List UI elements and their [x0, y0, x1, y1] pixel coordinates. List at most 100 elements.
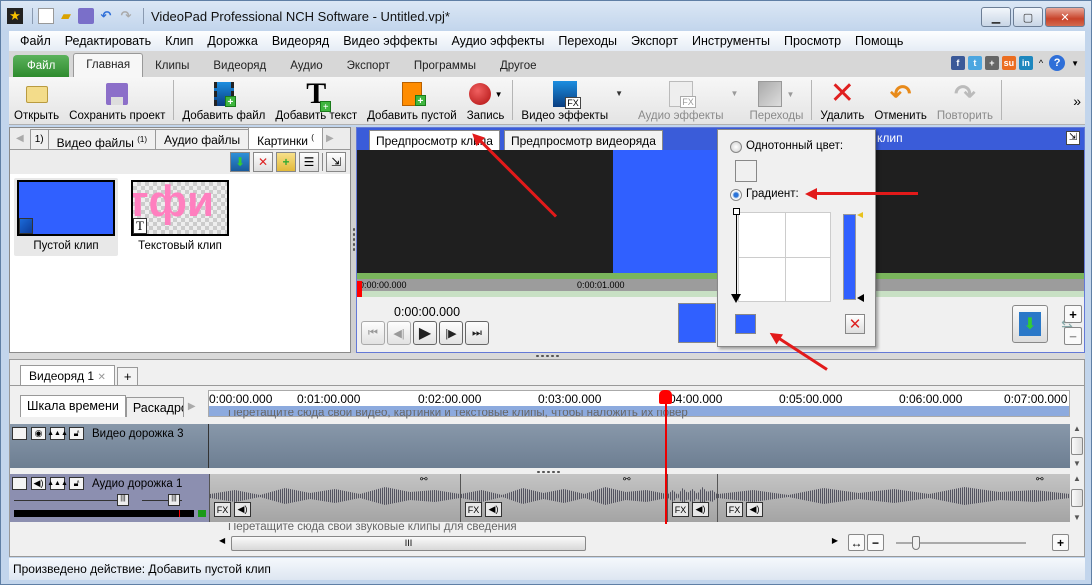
link-icon[interactable]: ⚯ [623, 474, 631, 485]
maximize-button[interactable]: ▢ [1013, 7, 1043, 27]
lock-icon[interactable]: 🔓︎ [69, 477, 84, 490]
menu-edit[interactable]: Редактировать [58, 31, 158, 51]
ribbon-tab-other[interactable]: Другое [488, 55, 549, 77]
tab-scroll-right-icon[interactable]: ▶ [322, 133, 338, 144]
minimize-button[interactable]: ▁ [981, 7, 1011, 27]
audio-track-1[interactable]: ◀) ▲▲▲ 🔓︎ Аудио дорожка 1 ||| ||| FX ◀) ⚯ … [10, 474, 1070, 522]
twitter-icon[interactable]: t [967, 56, 982, 70]
add-blank-button[interactable]: + Добавить пустой [362, 78, 462, 124]
scroll-up-icon[interactable]: ▲ [1073, 424, 1081, 433]
step-forward-button[interactable]: |▶ [439, 321, 463, 345]
speaker-icon[interactable]: ◀) [746, 502, 763, 517]
add-file-button[interactable]: + Добавить файл [177, 78, 270, 124]
video-track-scrollbar[interactable]: ▲ ▼ [1070, 424, 1084, 468]
redo-icon[interactable]: ↷ [118, 8, 134, 24]
open-folder-icon[interactable]: ▰ [58, 8, 74, 24]
facebook-icon[interactable]: f [950, 56, 965, 70]
linkedin-icon[interactable]: in [1018, 56, 1033, 70]
stumbleupon-icon[interactable]: su [1001, 56, 1016, 70]
tab-timeline[interactable]: Шкала времени [20, 395, 126, 417]
ribbon-tab-audio[interactable]: Аудио [278, 55, 334, 77]
tab-storyboard[interactable]: Раскадро [125, 397, 184, 417]
audio-track-scrollbar[interactable]: ▲ ▼ [1070, 474, 1084, 522]
remove-color-button[interactable]: ✕ [845, 314, 865, 334]
menu-track[interactable]: Дорожка [200, 31, 264, 51]
undock-icon[interactable]: ⇲ [326, 152, 346, 172]
audio-clip[interactable]: FX ◀) ⚯ [717, 474, 1070, 522]
clip-fx-button[interactable]: FX [465, 502, 482, 517]
google-plus-icon[interactable]: + [984, 56, 999, 70]
ribbon-tab-home[interactable]: Главная [73, 53, 144, 77]
chevron-down-icon[interactable]: ▼ [786, 90, 794, 99]
audio-clip[interactable]: FX ◀) ⚯ [460, 474, 667, 522]
zoom-out-button[interactable]: − [867, 534, 884, 551]
tab-sequence-preview[interactable]: Предпросмотр видеоряда [504, 130, 663, 150]
scroll-right-icon[interactable]: ▶ [832, 536, 838, 545]
add-text-button[interactable]: T + Добавить текст [270, 77, 362, 124]
step-back-button[interactable]: ◀| [387, 321, 411, 345]
speaker-icon[interactable]: ◀) [485, 502, 502, 517]
clip-playhead[interactable] [357, 281, 362, 297]
video-effects-button[interactable]: FX Видео эффекты [516, 78, 613, 124]
ribbon-tab-file[interactable]: Файл [13, 55, 70, 77]
remove-clip-icon[interactable]: ✕ [253, 152, 273, 172]
list-view-icon[interactable]: ☰ [299, 152, 319, 172]
scroll-down-icon[interactable]: ▼ [1073, 459, 1081, 468]
gradient-top-marker-icon[interactable] [857, 212, 863, 218]
more-tools-button[interactable]: » [1073, 93, 1081, 109]
app-logo-icon[interactable]: ★ [7, 8, 23, 24]
chevron-down-icon[interactable]: ▼ [1071, 59, 1079, 68]
volume-knob[interactable]: ||| [117, 494, 129, 506]
speaker-icon[interactable]: ◀) [692, 502, 709, 517]
play-button[interactable]: ▶ [413, 321, 437, 345]
delete-button[interactable]: ✕ Удалить [815, 78, 869, 124]
menu-file[interactable]: Файл [13, 31, 58, 51]
link-icon[interactable]: ⚯ [1036, 474, 1044, 485]
menu-export[interactable]: Экспорт [624, 31, 685, 51]
scroll-left-icon[interactable]: ◀ [219, 536, 225, 545]
gradient-start-handle[interactable] [733, 208, 740, 215]
ribbon-tab-export[interactable]: Экспорт [335, 55, 402, 77]
link-icon[interactable]: ⚯ [420, 474, 428, 485]
menu-video-effects[interactable]: Видео эффекты [336, 31, 444, 51]
close-tab-icon[interactable]: ✕ [97, 372, 105, 383]
add-folder-icon[interactable]: + [276, 152, 296, 172]
solid-color-radio[interactable] [730, 141, 742, 153]
ribbon-tab-clips[interactable]: Клипы [143, 55, 201, 77]
ribbon-tab-programs[interactable]: Программы [402, 55, 488, 77]
new-file-icon[interactable] [38, 8, 54, 24]
clip-item-text[interactable]: тфи T Текстовый клип [128, 178, 232, 256]
place-on-sequence-button[interactable]: ⬇ [1012, 305, 1048, 343]
transitions-button[interactable]: ▼ Переходы [744, 78, 808, 124]
clip-fx-button[interactable]: FX [672, 502, 689, 517]
gradient-radio[interactable] [730, 189, 742, 201]
undock-icon[interactable]: ⇲ [1066, 131, 1080, 145]
menu-tools[interactable]: Инструменты [685, 31, 777, 51]
menu-audio-effects[interactable]: Аудио эффекты [444, 31, 551, 51]
audio-clip[interactable]: FX ◀) [667, 474, 717, 522]
timeline-hscroll[interactable]: ◀ III ▶ [215, 534, 840, 552]
menu-transitions[interactable]: Переходы [551, 31, 624, 51]
collapse-ribbon-icon[interactable]: ^ [1039, 58, 1043, 68]
help-icon[interactable]: ? [1049, 55, 1066, 71]
speaker-icon[interactable]: ◀) [31, 477, 46, 490]
people-icon[interactable]: ▲▲▲ [47, 477, 68, 490]
pan-knob[interactable]: ||| [168, 494, 180, 506]
tab-sequence-1[interactable]: Видеоряд 1 ✕ [20, 365, 115, 385]
gradient-end-arrow-icon[interactable] [731, 294, 741, 303]
bin-tab-video[interactable]: Видео файлы (1) [47, 129, 157, 150]
eye-icon[interactable]: ◉ [31, 427, 46, 440]
zoom-in-button[interactable]: + [1052, 534, 1069, 551]
clip-color-thumbnail[interactable] [678, 303, 716, 343]
chevron-down-icon[interactable]: ▼ [495, 90, 503, 99]
add-sequence-tab-button[interactable]: + [116, 367, 139, 385]
go-to-end-button[interactable]: ⏭ [465, 321, 489, 345]
scroll-up-icon[interactable]: ▲ [1073, 474, 1081, 483]
chevron-down-icon[interactable]: ▼ [615, 89, 623, 98]
close-button[interactable]: ✕ [1045, 7, 1085, 27]
save-icon[interactable] [78, 8, 94, 24]
tab-scroll-right-icon[interactable]: ▶ [188, 401, 196, 412]
bin-tab-images[interactable]: Картинки ( [248, 127, 323, 149]
zoom-in-button[interactable]: + [1064, 305, 1082, 323]
scroll-down-icon[interactable]: ▼ [1073, 513, 1081, 522]
